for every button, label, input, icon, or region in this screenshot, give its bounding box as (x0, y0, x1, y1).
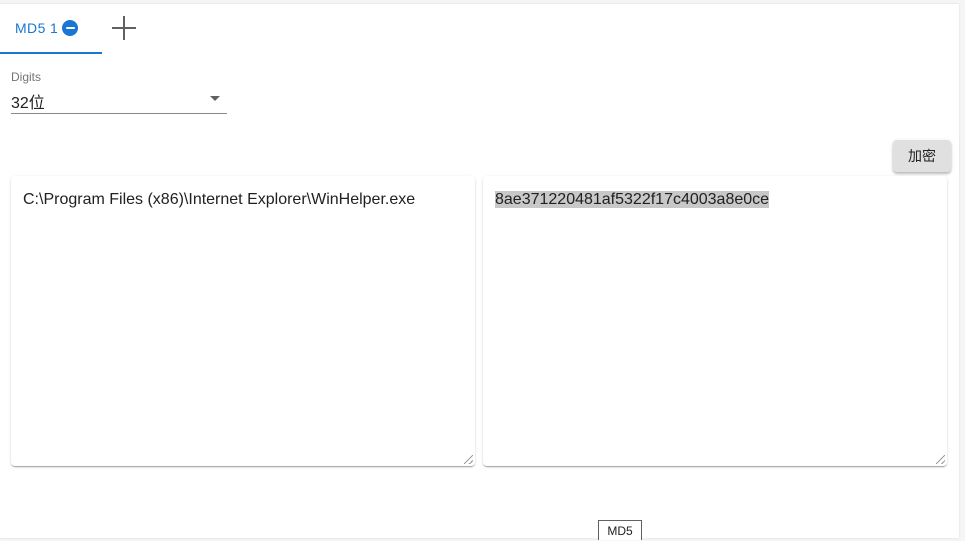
caret-down-icon[interactable] (210, 96, 220, 101)
tab-bar: MD5 1 (0, 4, 959, 54)
plus-icon[interactable] (111, 15, 137, 41)
digits-value: 32位 (11, 95, 45, 112)
md5-tool-window: MD5 1 Digits 32位 加密 8ae371220481af5322f1… (0, 4, 959, 540)
minus-circle-icon[interactable] (62, 20, 79, 36)
input-panel (11, 176, 475, 466)
digits-label: Digits (11, 70, 42, 84)
tab-md5-1[interactable]: MD5 1 (0, 4, 102, 54)
encrypt-button[interactable]: 加密 (893, 140, 951, 172)
output-hash-text: 8ae371220481af5322f17c4003a8e0ce (495, 191, 770, 208)
digits-value-field[interactable]: 32位 (11, 85, 227, 114)
resize-grip-icon[interactable] (464, 455, 473, 464)
input-textarea[interactable] (11, 176, 475, 466)
output-panel: 8ae371220481af5322f17c4003a8e0ce (483, 176, 947, 466)
tab-label: MD5 1 (15, 20, 59, 36)
md5-tag: MD5 (598, 520, 642, 540)
resize-grip-icon[interactable] (936, 455, 945, 464)
output-textarea[interactable]: 8ae371220481af5322f17c4003a8e0ce (483, 176, 947, 466)
digits-select[interactable]: Digits 32位 (11, 70, 227, 114)
